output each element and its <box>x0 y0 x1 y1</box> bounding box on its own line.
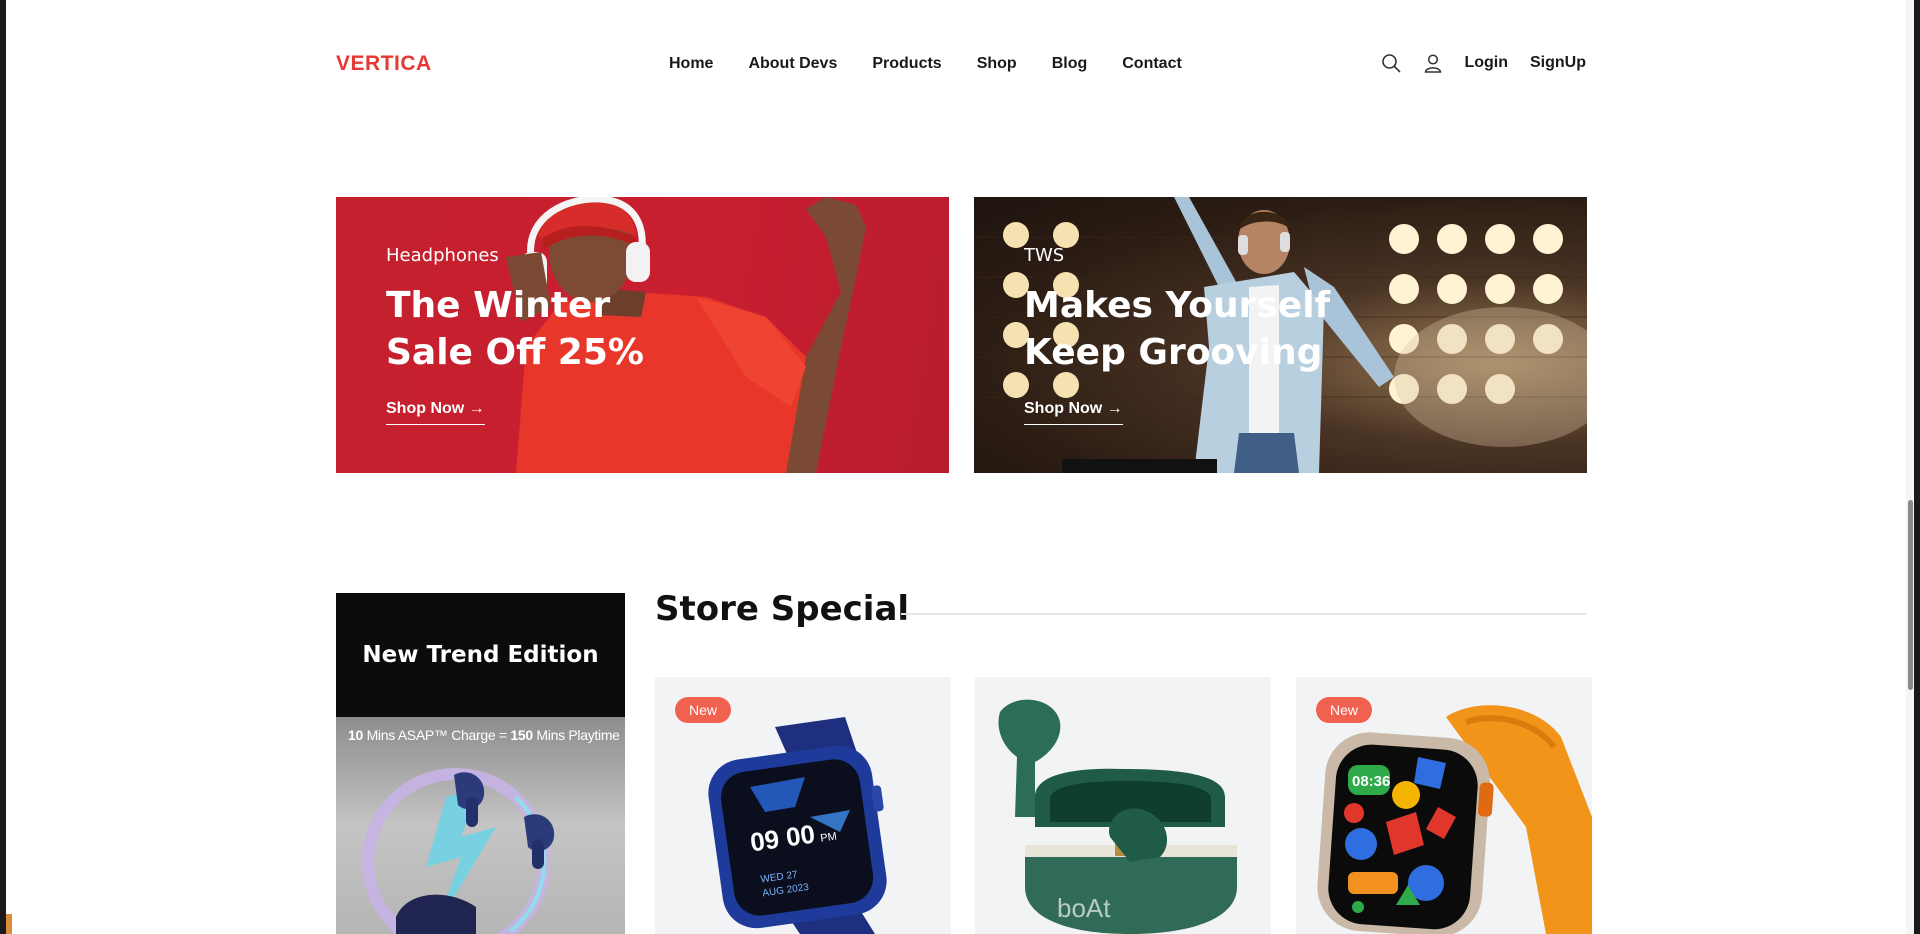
logo[interactable]: VERTICA <box>336 52 432 76</box>
scrollbar-thumb[interactable] <box>1908 500 1913 690</box>
nav-shop[interactable]: Shop <box>977 55 1017 73</box>
new-badge: New <box>675 697 732 723</box>
window-corner <box>6 914 12 934</box>
banner-title: Makes Yourself Keep Grooving <box>1024 285 1331 373</box>
banner-kicker: Headphones <box>386 245 499 266</box>
nav-products[interactable]: Products <box>872 55 941 73</box>
svg-text:PM: PM <box>820 831 838 845</box>
arrow-right-icon: → <box>1106 400 1123 417</box>
header-actions: Login SignUp <box>1380 52 1586 74</box>
banner-tws[interactable]: TWS Makes Yourself Keep Grooving Shop No… <box>974 197 1587 473</box>
shop-now-button[interactable]: Shop Now → <box>386 400 485 425</box>
shop-now-button[interactable]: Shop Now → <box>1024 400 1123 425</box>
section-title-store-special: Store Special <box>655 589 910 629</box>
section-divider <box>901 613 1586 615</box>
nav-home[interactable]: Home <box>669 55 713 73</box>
svg-text:08:36: 08:36 <box>1352 773 1390 790</box>
svg-text:boAt: boAt <box>1057 893 1111 923</box>
arrow-right-icon: → <box>468 400 485 417</box>
shop-now-label: Shop Now <box>386 400 465 417</box>
promo-title: New Trend Edition <box>362 642 599 668</box>
banner-headphones[interactable]: Headphones The Winter Sale Off 25% Shop … <box>336 197 949 473</box>
product-card[interactable]: boAt <box>975 677 1271 934</box>
earbuds-promo-image <box>362 768 555 934</box>
nav-about-devs[interactable]: About Devs <box>748 55 837 73</box>
banner-text: TWS Makes Yourself Keep Grooving Shop No… <box>1024 245 1344 425</box>
banner-text: Headphones The Winter Sale Off 25% Shop … <box>386 245 706 425</box>
banner-kicker: TWS <box>1024 245 1065 266</box>
shop-now-label: Shop Now <box>1024 400 1103 417</box>
page: VERTICA Home About Devs Products Shop Bl… <box>6 0 1914 934</box>
promo-image: 10 Mins ASAP™ Charge = 150 Mins Playtime <box>336 717 625 934</box>
banner-title: The Winter Sale Off 25% <box>386 285 644 373</box>
search-icon[interactable] <box>1380 52 1402 74</box>
main-nav: Home About Devs Products Shop Blog Conta… <box>669 55 1217 73</box>
promo-new-trend-edition[interactable]: New Trend Edition 10 Mins ASAP™ Charge =… <box>336 593 625 934</box>
earbuds-case-image: boAt <box>998 699 1237 934</box>
nav-blog[interactable]: Blog <box>1052 55 1088 73</box>
login-link[interactable]: Login <box>1464 54 1508 72</box>
site-header: VERTICA Home About Devs Products Shop Bl… <box>336 48 1586 82</box>
page-scrollbar[interactable] <box>1906 0 1914 934</box>
promo-header: New Trend Edition <box>336 593 625 717</box>
nav-contact[interactable]: Contact <box>1122 55 1182 73</box>
user-icon[interactable] <box>1422 52 1444 74</box>
product-card[interactable]: New 09 00 PM WED 27 AUG 2023 <box>655 677 951 934</box>
product-card[interactable]: New 08:36 <box>1296 677 1592 934</box>
signup-link[interactable]: SignUp <box>1530 54 1586 72</box>
new-badge: New <box>1316 697 1373 723</box>
